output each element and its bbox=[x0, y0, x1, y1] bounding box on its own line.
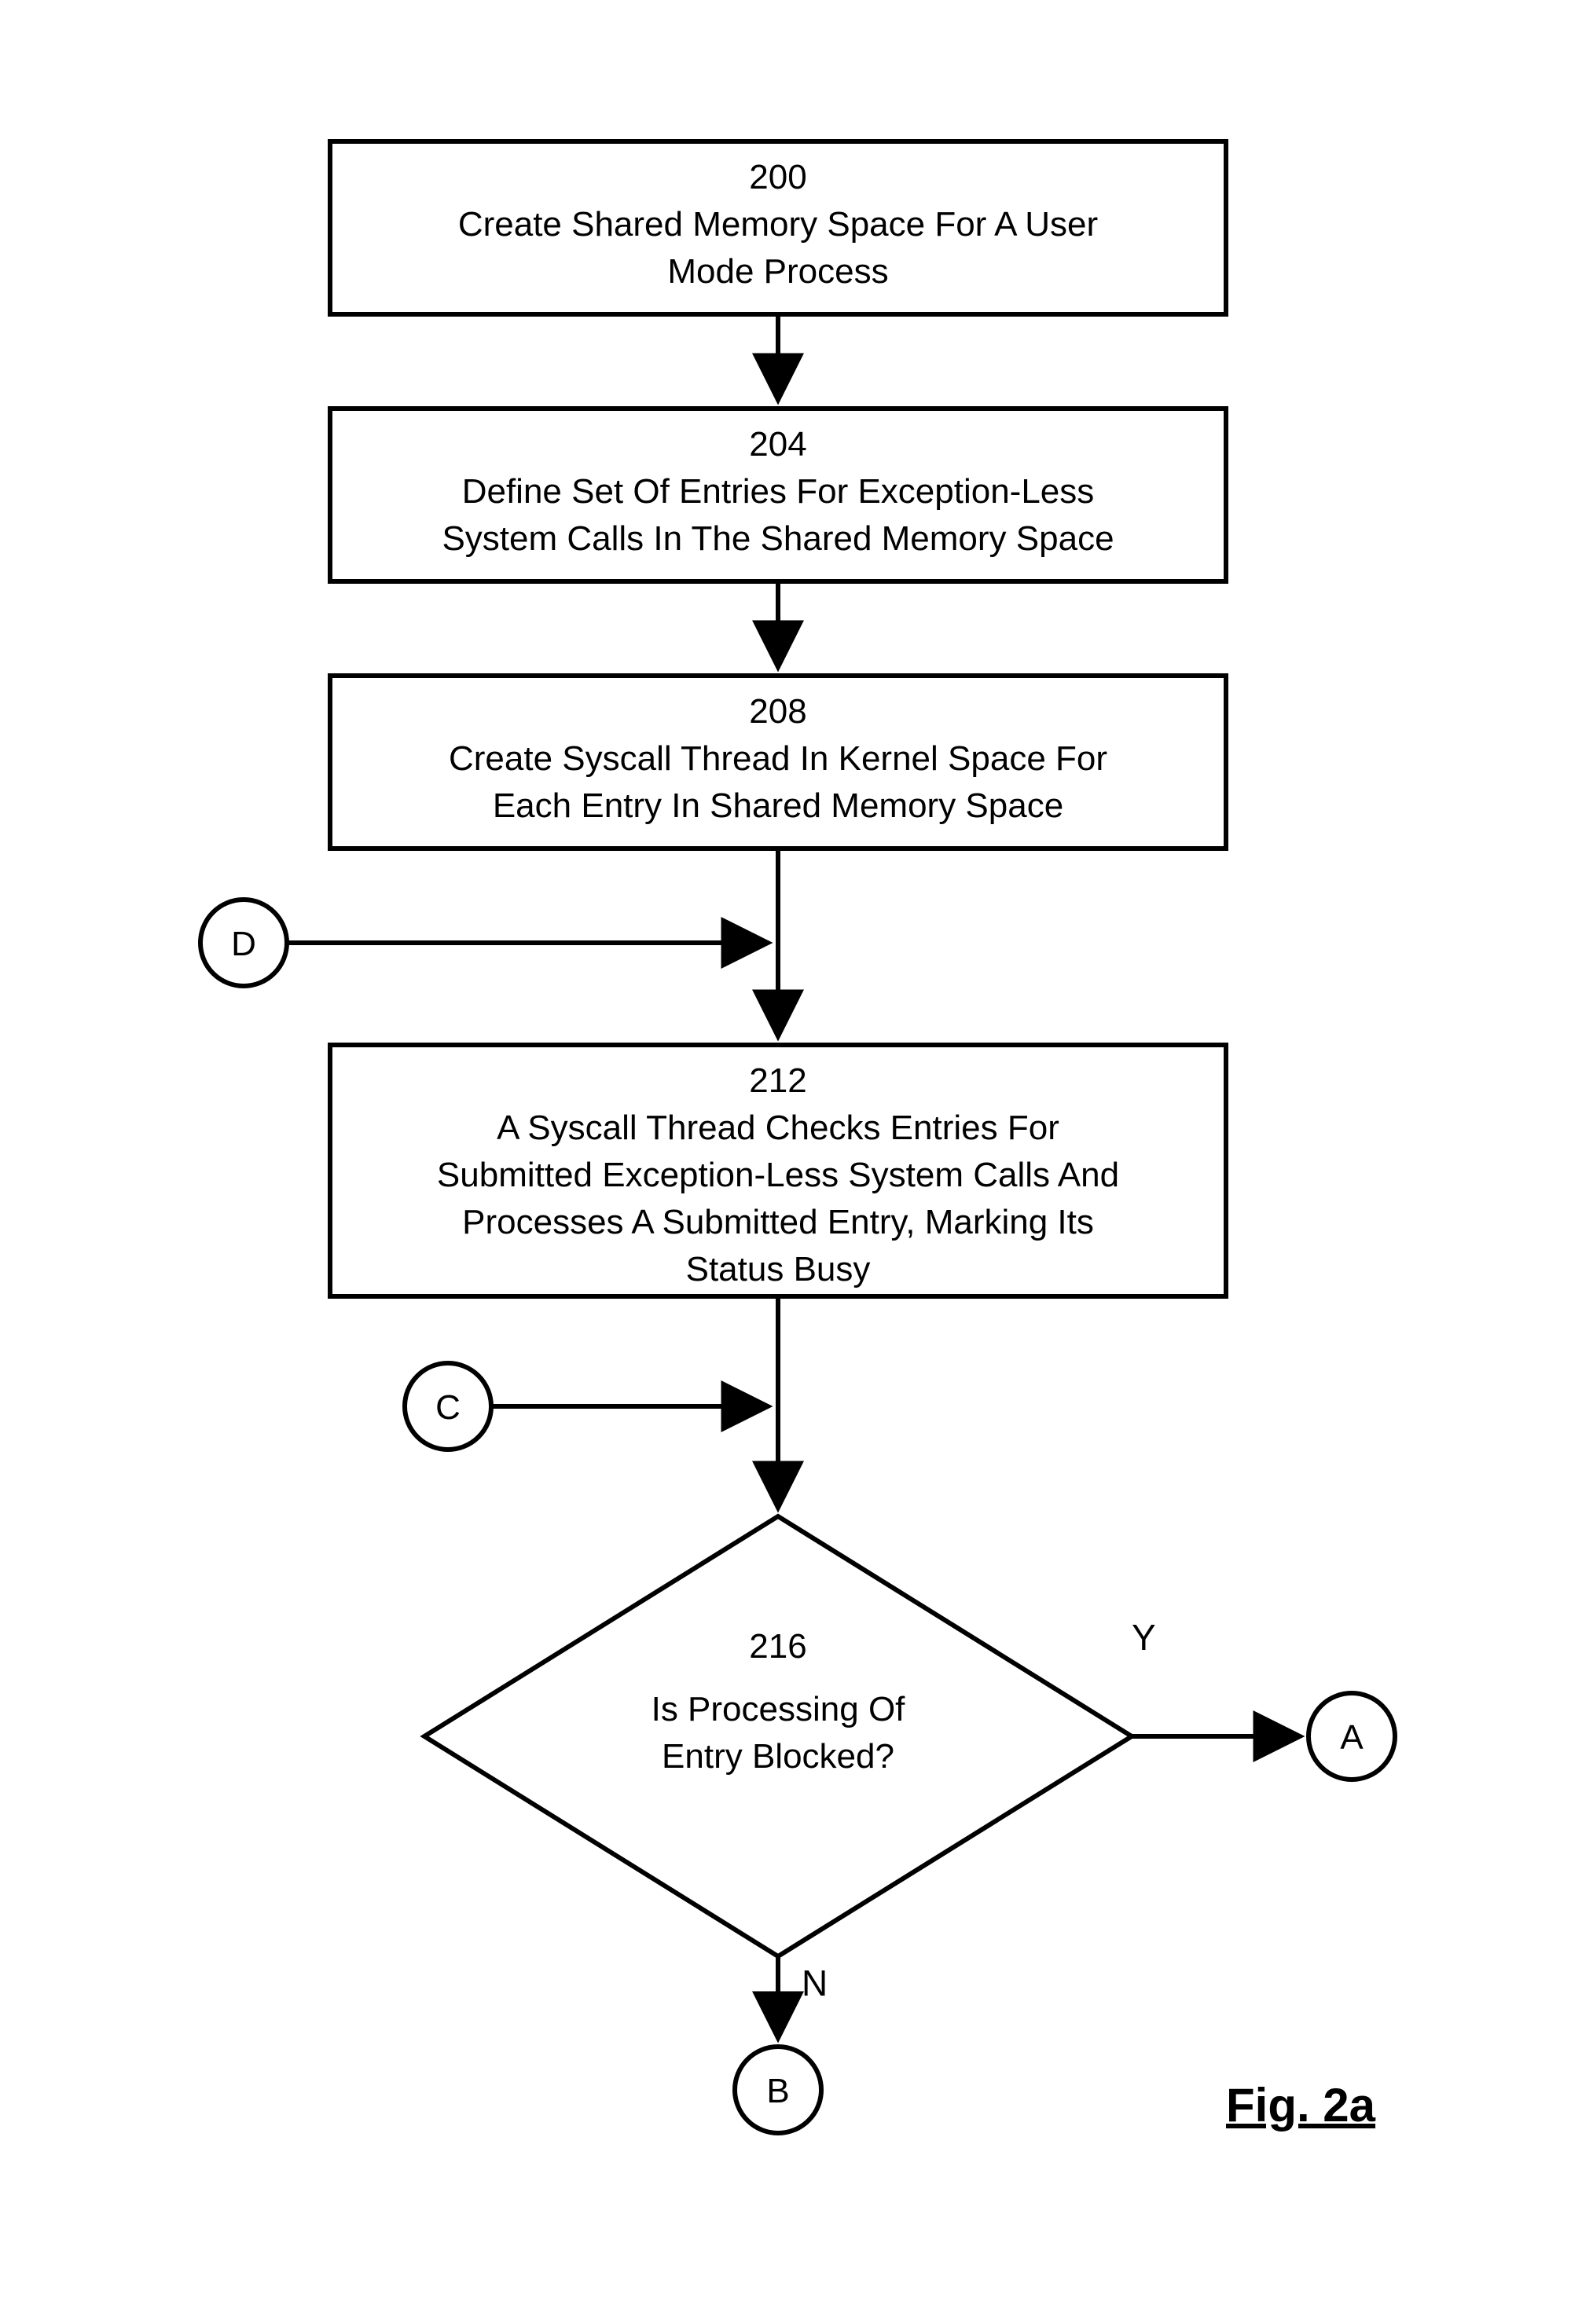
step-200-line1: Create Shared Memory Space For A User bbox=[458, 205, 1098, 244]
decision-216-num: 216 bbox=[749, 1627, 806, 1666]
connector-c-label: C bbox=[435, 1388, 461, 1427]
connector-a: A bbox=[1309, 1693, 1395, 1780]
step-208-line1: Create Syscall Thread In Kernel Space Fo… bbox=[449, 739, 1107, 778]
step-200: 200 Create Shared Memory Space For A Use… bbox=[330, 141, 1226, 314]
step-212-num: 212 bbox=[749, 1061, 806, 1100]
connector-b-label: B bbox=[766, 2072, 789, 2110]
step-200-num: 200 bbox=[749, 158, 806, 196]
step-208: 208 Create Syscall Thread In Kernel Spac… bbox=[330, 676, 1226, 849]
step-212: 212 A Syscall Thread Checks Entries For … bbox=[330, 1045, 1226, 1296]
figure-label: Fig. 2a bbox=[1226, 2079, 1376, 2132]
step-204-line2: System Calls In The Shared Memory Space bbox=[442, 519, 1114, 558]
step-212-line3: Processes A Submitted Entry, Marking Its bbox=[462, 1203, 1094, 1241]
step-208-line2: Each Entry In Shared Memory Space bbox=[493, 786, 1063, 825]
connector-a-label: A bbox=[1340, 1718, 1364, 1757]
flowchart-fig-2a: 200 Create Shared Memory Space For A Use… bbox=[0, 0, 1582, 2324]
connector-d: D bbox=[200, 900, 287, 986]
step-200-line2: Mode Process bbox=[667, 252, 888, 291]
step-212-line1: A Syscall Thread Checks Entries For bbox=[497, 1109, 1059, 1147]
label-n: N bbox=[802, 1963, 828, 2003]
connector-c: C bbox=[405, 1363, 491, 1450]
step-212-line4: Status Busy bbox=[686, 1250, 871, 1288]
connector-d-label: D bbox=[231, 925, 256, 963]
step-208-num: 208 bbox=[749, 692, 806, 731]
decision-216-line2: Entry Blocked? bbox=[662, 1737, 894, 1776]
step-204-num: 204 bbox=[749, 425, 806, 464]
decision-216: 216 Is Processing Of Entry Blocked? bbox=[424, 1516, 1132, 1956]
step-204: 204 Define Set Of Entries For Exception-… bbox=[330, 409, 1226, 581]
step-212-line2: Submitted Exception-Less System Calls An… bbox=[437, 1156, 1119, 1194]
step-204-line1: Define Set Of Entries For Exception-Less bbox=[462, 472, 1095, 511]
decision-216-line1: Is Processing Of bbox=[652, 1690, 906, 1728]
connector-b: B bbox=[735, 2047, 821, 2133]
label-y: Y bbox=[1132, 1617, 1156, 1658]
